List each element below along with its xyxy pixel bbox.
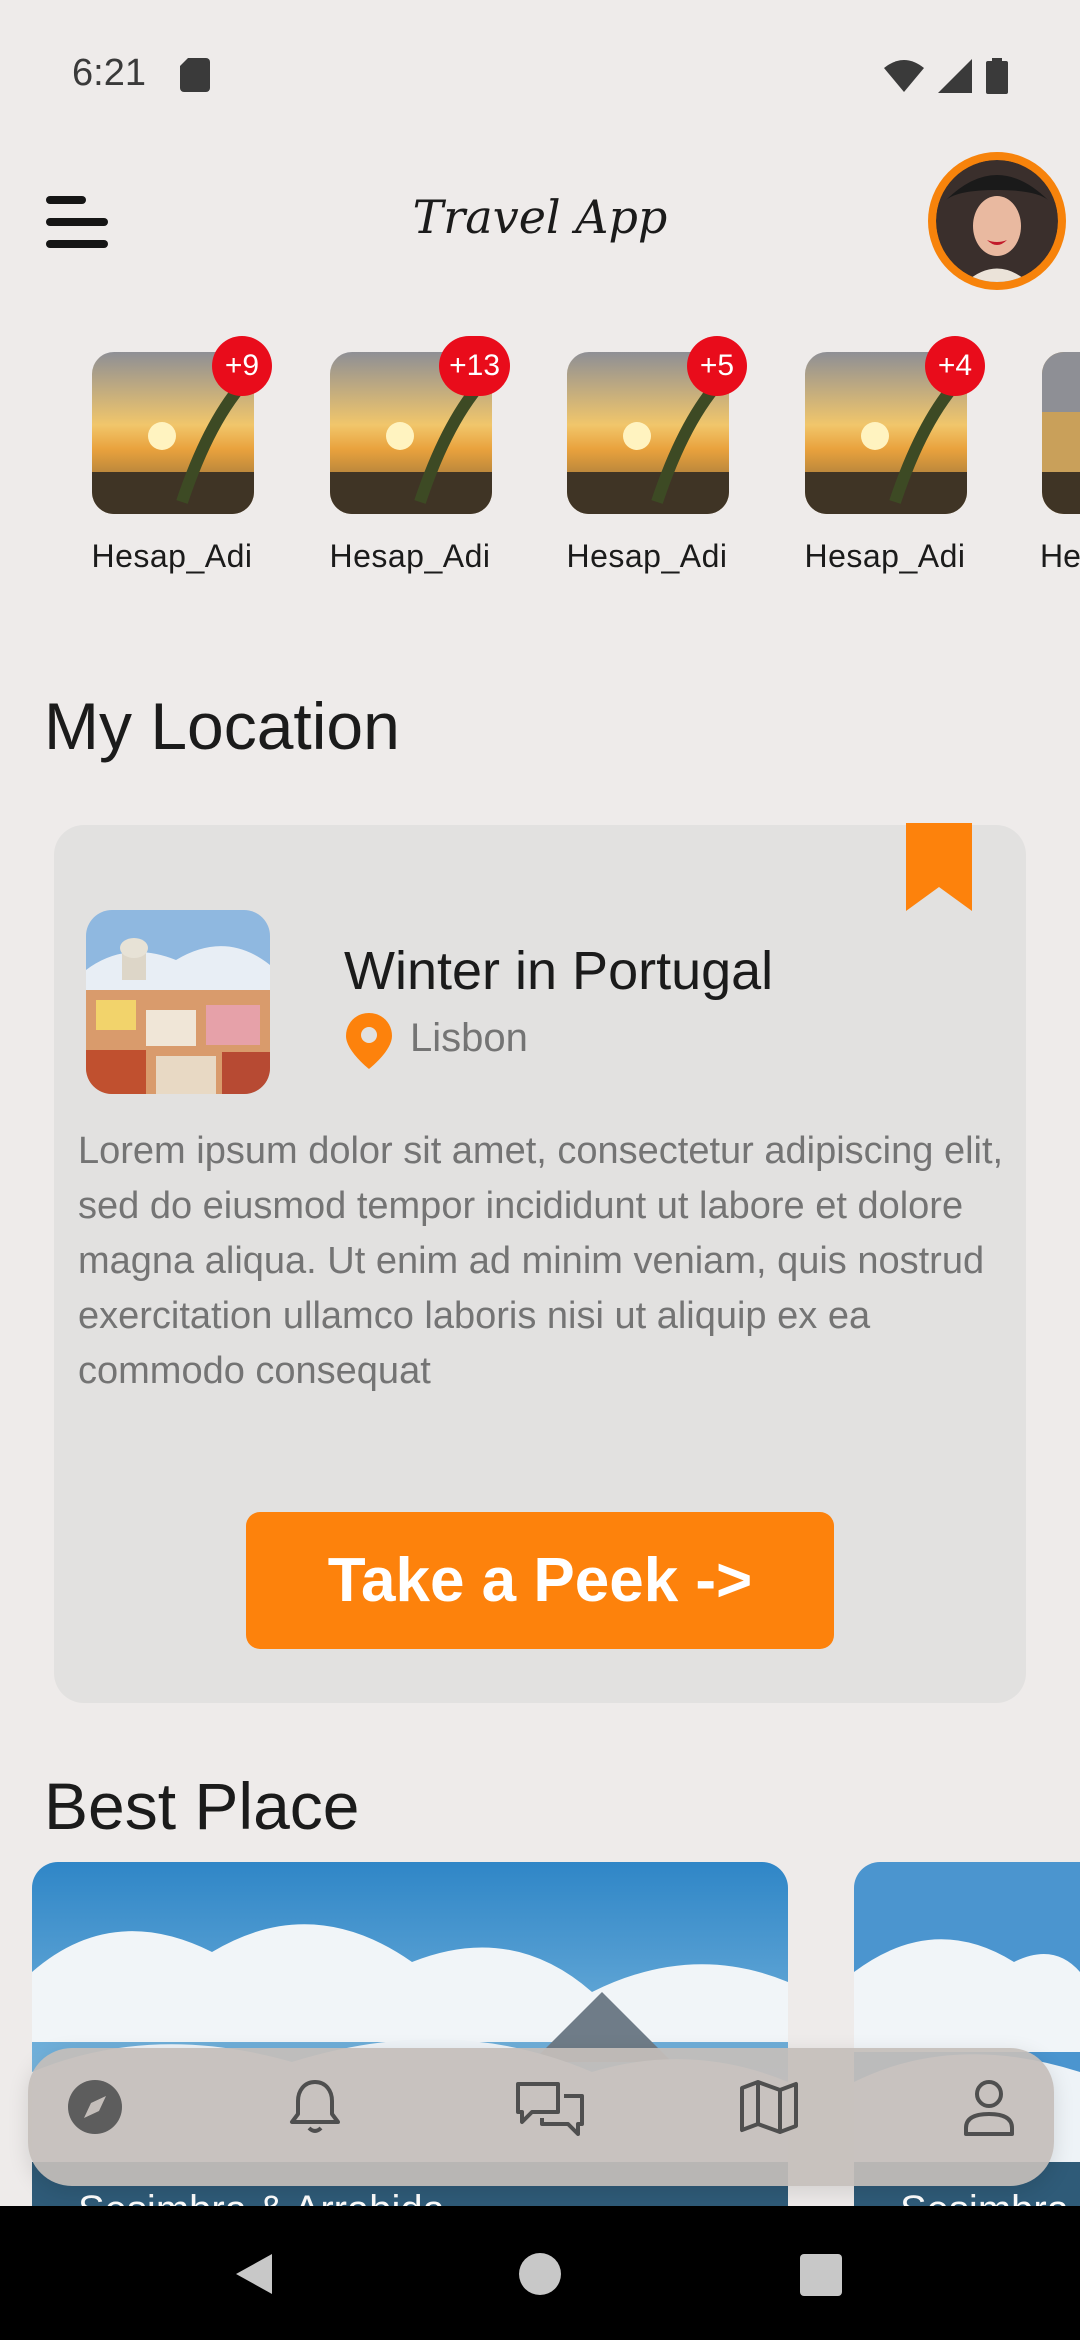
system-navigation-bar [0, 2206, 1080, 2340]
location-pin-icon [346, 1013, 392, 1069]
take-a-peek-button[interactable]: Take a Peek -> [246, 1512, 834, 1649]
story-badge: +4 [925, 336, 985, 396]
back-icon[interactable] [232, 2252, 276, 2301]
battery-icon [986, 58, 1008, 99]
wifi-icon [884, 60, 924, 97]
sd-card-icon [180, 58, 210, 92]
story-name: Hesap_Adi [329, 538, 491, 574]
my-location-title: My Location [44, 689, 400, 763]
story-image [1042, 352, 1080, 514]
app-title: Travel App [412, 190, 668, 244]
story-item[interactable]: +4 Hesap_Adi [795, 336, 985, 592]
story-item[interactable]: +9 Hesap_Adi [82, 336, 272, 592]
story-badge: +9 [212, 336, 272, 396]
location-title: Winter in Portugal [344, 941, 774, 1001]
bottom-navigation [28, 2048, 1054, 2186]
compass-icon[interactable] [62, 2074, 128, 2140]
location-image [86, 910, 270, 1094]
story-badge: +13 [439, 336, 510, 396]
signal-icon [938, 59, 972, 98]
story-name: Hesap_Adi [566, 538, 728, 574]
story-name: Hesap_Adi [1040, 538, 1080, 574]
location-city: Lisbon [410, 1016, 528, 1060]
story-badge: +5 [687, 336, 747, 396]
location-description: Lorem ipsum dolor sit amet, consectetur … [78, 1130, 1004, 1392]
story-name: Hesap_Adi [91, 538, 253, 574]
status-time: 6:21 [72, 52, 146, 94]
bell-icon[interactable] [282, 2074, 348, 2140]
story-item[interactable]: Hesap_Adi [1040, 352, 1080, 592]
story-name: Hesap_Adi [804, 538, 966, 574]
home-icon[interactable] [518, 2252, 562, 2301]
system-icons [884, 58, 1008, 99]
story-item[interactable]: +13 Hesap_Adi [320, 336, 510, 592]
chat-icon[interactable] [512, 2074, 588, 2140]
person-icon[interactable] [956, 2074, 1022, 2140]
map-icon[interactable] [736, 2074, 802, 2140]
best-place-title: Best Place [44, 1769, 360, 1843]
bookmark-icon[interactable] [906, 823, 972, 911]
recents-icon[interactable] [800, 2254, 842, 2301]
user-avatar[interactable] [928, 152, 1066, 290]
story-item[interactable]: +5 Hesap_Adi [557, 336, 747, 592]
